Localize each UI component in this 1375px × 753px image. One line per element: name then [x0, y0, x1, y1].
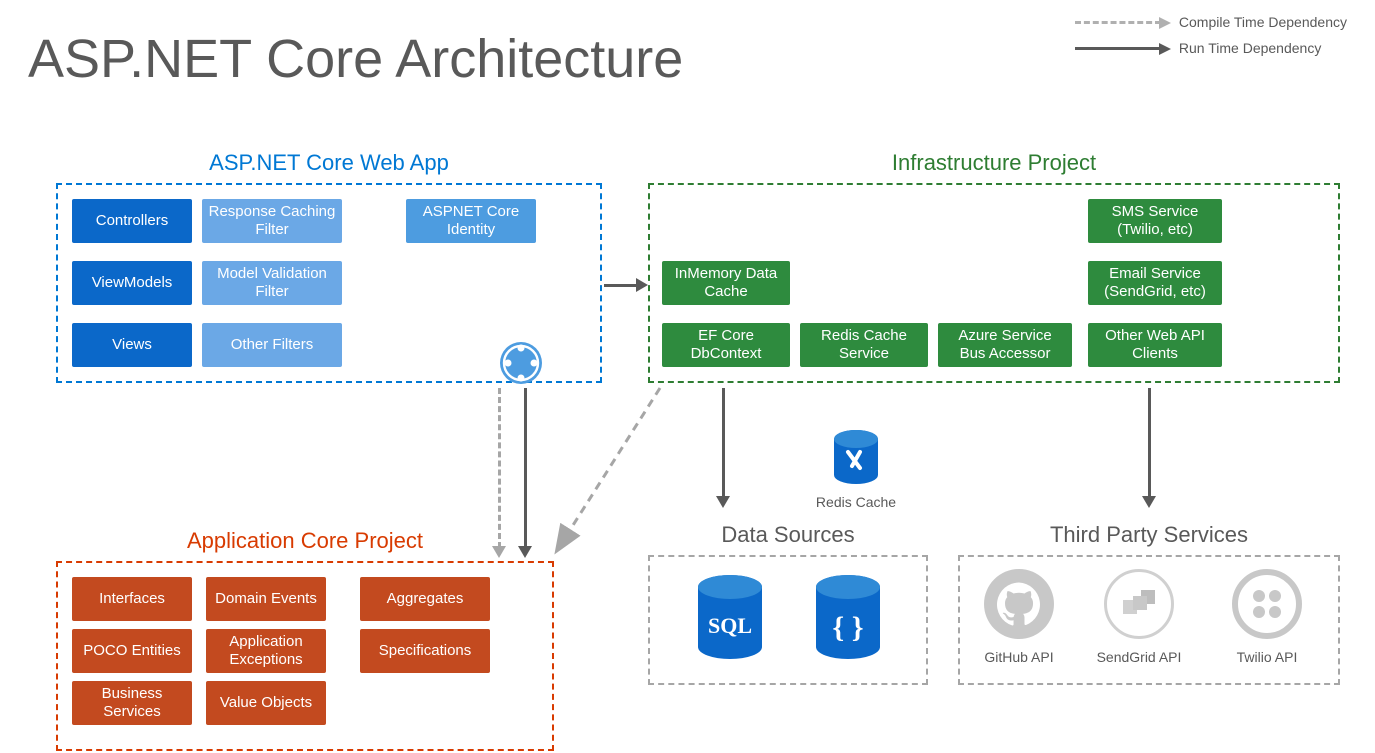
- legend-compile: Compile Time Dependency: [1075, 14, 1347, 30]
- box-ef-dbcontext: EF Core DbContext: [662, 323, 790, 367]
- box-app-exceptions: Application Exceptions: [206, 629, 326, 673]
- box-email-service: Email Service (SendGrid, etc): [1088, 261, 1222, 305]
- arrow-head-web-to-infra: [636, 278, 648, 292]
- arrow-head-infra-to-thirdparty: [1142, 496, 1156, 508]
- box-viewmodels: ViewModels: [72, 261, 192, 305]
- box-poco-entities: POCO Entities: [72, 629, 192, 673]
- box-value-objects: Value Objects: [206, 681, 326, 725]
- legend-compile-label: Compile Time Dependency: [1179, 14, 1347, 30]
- box-inmemory-cache: InMemory Data Cache: [662, 261, 790, 305]
- box-domain-events: Domain Events: [206, 577, 326, 621]
- redis-cache-label: Redis Cache: [810, 494, 902, 510]
- group-title-web: ASP.NET Core Web App: [56, 150, 602, 176]
- group-application-core: Interfaces POCO Entities Business Servic…: [56, 561, 554, 751]
- arrow-web-to-infra: [604, 284, 638, 287]
- box-aggregates: Aggregates: [360, 577, 490, 621]
- github-label: GitHub API: [972, 649, 1066, 665]
- arrow-web-to-core-compile: [498, 388, 501, 548]
- legend-solid-arrow-icon: [1075, 47, 1161, 50]
- sendgrid-label: SendGrid API: [1088, 649, 1190, 665]
- box-response-caching: Response Caching Filter: [202, 199, 342, 243]
- group-title-data-sources: Data Sources: [648, 522, 928, 548]
- legend-runtime-label: Run Time Dependency: [1179, 40, 1321, 56]
- group-infrastructure: InMemory Data Cache EF Core DbContext Re…: [648, 183, 1340, 383]
- box-model-validation: Model Validation Filter: [202, 261, 342, 305]
- redis-cache-icon: [830, 430, 882, 490]
- group-third-party: GitHub API SendGrid API Twilio API: [958, 555, 1340, 685]
- arrow-infra-to-data: [722, 388, 725, 498]
- sendgrid-icon: [1104, 569, 1174, 639]
- github-icon: [984, 569, 1054, 639]
- box-webapi-clients: Other Web API Clients: [1088, 323, 1222, 367]
- box-azure-service-bus: Azure Service Bus Accessor: [938, 323, 1072, 367]
- box-redis-service: Redis Cache Service: [800, 323, 928, 367]
- group-title-infra: Infrastructure Project: [648, 150, 1340, 176]
- arrow-head-infra-to-data: [716, 496, 730, 508]
- box-controllers: Controllers: [72, 199, 192, 243]
- box-views: Views: [72, 323, 192, 367]
- box-business-svc: Business Services: [72, 681, 192, 725]
- arrow-head-web-to-core-runtime: [518, 546, 532, 558]
- sql-database-icon: SQL: [694, 575, 766, 667]
- svg-text:{ }: { }: [832, 611, 863, 644]
- arrow-infra-to-thirdparty: [1148, 388, 1151, 498]
- group-title-core: Application Core Project: [56, 528, 554, 554]
- box-specifications: Specifications: [360, 629, 490, 673]
- page-title: ASP.NET Core Architecture: [28, 28, 683, 90]
- group-title-third-party: Third Party Services: [958, 522, 1340, 548]
- twilio-label: Twilio API: [1222, 649, 1312, 665]
- globe-network-icon: [498, 340, 544, 386]
- arrow-head-web-to-core-compile: [492, 546, 506, 558]
- legend-runtime: Run Time Dependency: [1075, 40, 1347, 56]
- box-sms-service: SMS Service (Twilio, etc): [1088, 199, 1222, 243]
- box-interfaces: Interfaces: [72, 577, 192, 621]
- box-aspnet-identity: ASPNET Core Identity: [406, 199, 536, 243]
- group-data-sources: SQL { }: [648, 555, 928, 685]
- legend: Compile Time Dependency Run Time Depende…: [1075, 14, 1347, 66]
- svg-text:SQL: SQL: [708, 613, 752, 638]
- legend-dashed-arrow-icon: [1075, 21, 1161, 24]
- box-other-filters: Other Filters: [202, 323, 342, 367]
- arrow-web-to-core-runtime: [524, 388, 527, 548]
- nosql-database-icon: { }: [812, 575, 884, 667]
- twilio-icon: [1232, 569, 1302, 639]
